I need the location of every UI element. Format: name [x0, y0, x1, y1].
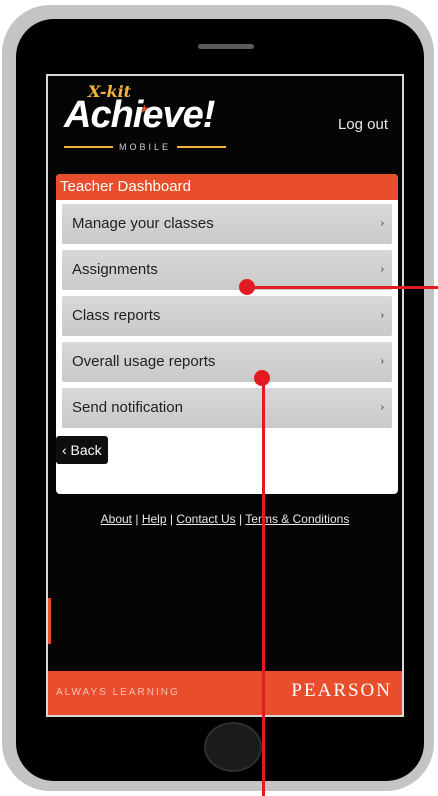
footer-separator: |: [135, 512, 139, 526]
logout-link[interactable]: Log out: [338, 116, 388, 133]
home-button[interactable]: [204, 722, 262, 772]
footer-link-about[interactable]: About: [101, 512, 132, 526]
chevron-right-icon: ›: [380, 218, 384, 229]
menu-item-assignments[interactable]: Assignments ›: [62, 250, 392, 290]
menu-item-manage-classes[interactable]: Manage your classes ›: [62, 204, 392, 244]
footer-separator: |: [169, 512, 173, 526]
footer-link-help[interactable]: Help: [142, 512, 167, 526]
footer-link-contact[interactable]: Contact Us: [176, 512, 235, 526]
logo-line-right: [177, 146, 227, 148]
footer-separator: |: [239, 512, 243, 526]
chevron-right-icon: ›: [380, 310, 384, 321]
phone-speaker: [198, 44, 254, 49]
callout-line-usage-reports: [262, 378, 265, 796]
menu-item-label: Manage your classes: [72, 215, 214, 232]
callout-line-assignments: [247, 286, 438, 289]
menu-item-send-notification[interactable]: Send notification ›: [62, 388, 392, 428]
dashboard-title: Teacher Dashboard: [56, 174, 398, 200]
menu-item-label: Class reports: [72, 307, 161, 324]
menu-item-overall-usage-reports[interactable]: Overall usage reports ›: [62, 342, 392, 382]
chevron-right-icon: ›: [380, 356, 384, 367]
tagline-text: ALWAYS LEARNING: [56, 687, 180, 698]
logo-subtitle: MOBILE: [64, 142, 227, 152]
phone-screen: X-kit ★ Achieve! MOBILE Log out Teacher …: [46, 74, 404, 717]
side-accent: [48, 598, 51, 644]
menu-item-label: Overall usage reports: [72, 353, 216, 370]
logo-subtitle-text: MOBILE: [119, 142, 172, 152]
teacher-dashboard-panel: Teacher Dashboard Manage your classes › …: [56, 174, 398, 494]
logo-line-left: [64, 146, 113, 148]
menu-item-class-reports[interactable]: Class reports ›: [62, 296, 392, 336]
logo-brand-text: Achieve!: [64, 94, 215, 136]
menu-item-label: Assignments: [72, 261, 158, 278]
app-logo: X-kit ★ Achieve! MOBILE: [64, 82, 234, 152]
menu-item-label: Send notification: [72, 399, 183, 416]
chevron-right-icon: ›: [380, 402, 384, 413]
footer-links: About | Help | Contact Us | Terms & Cond…: [48, 512, 402, 526]
footer-link-terms[interactable]: Terms & Conditions: [245, 512, 349, 526]
dashboard-menu: Manage your classes › Assignments › Clas…: [56, 200, 398, 428]
chevron-right-icon: ›: [380, 264, 384, 275]
pearson-logo: PEARSON: [291, 680, 392, 701]
bottom-brand-bar: ALWAYS LEARNING PEARSON: [48, 671, 402, 715]
back-button[interactable]: ‹ Back: [56, 436, 108, 464]
